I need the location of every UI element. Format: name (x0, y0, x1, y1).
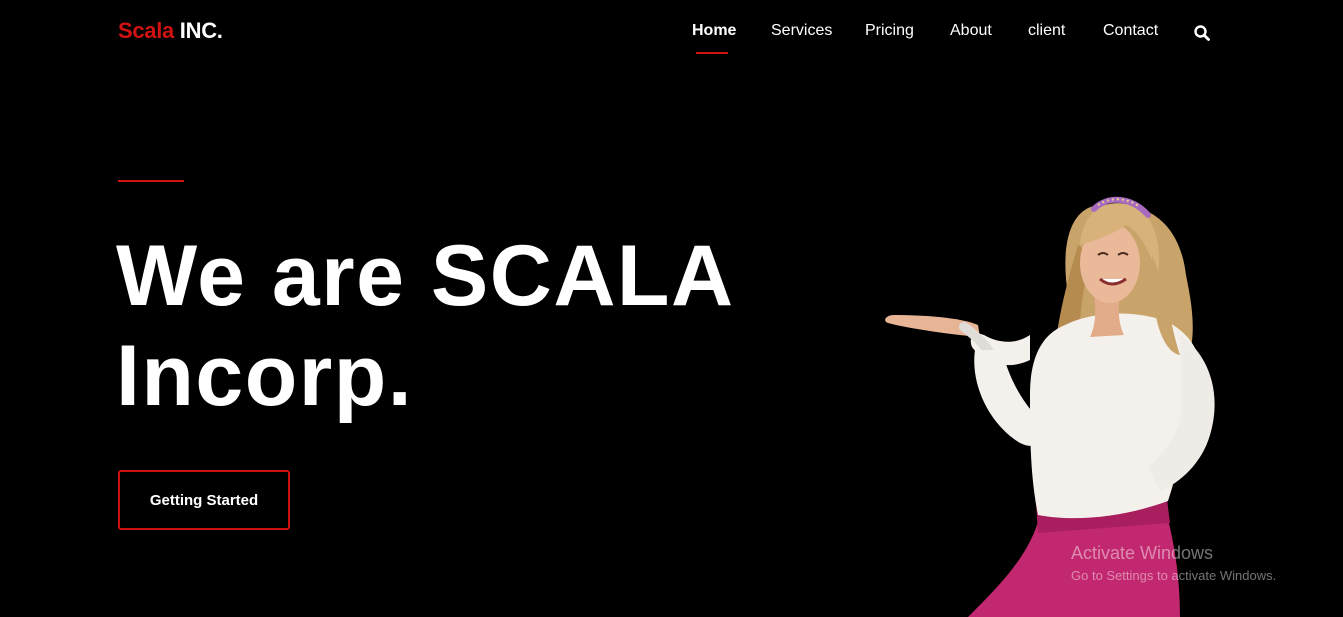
nav-item-services[interactable]: Services (771, 22, 832, 40)
getting-started-button[interactable]: Getting Started (118, 470, 290, 530)
hero-title-line2: Incorp. (116, 328, 414, 424)
search-icon[interactable] (1193, 24, 1211, 42)
nav-item-pricing[interactable]: Pricing (865, 22, 914, 40)
logo-suffix: INC. (174, 18, 223, 43)
page: Scala INC. Home Services Pricing About c… (0, 0, 1343, 617)
nav-item-contact[interactable]: Contact (1103, 22, 1158, 40)
watermark-title: Activate Windows (1071, 543, 1214, 563)
hero-title: We are SCALA Incorp. (116, 226, 816, 426)
hero-accent-line (118, 180, 184, 182)
nav-active-underline (696, 52, 728, 54)
watermark-subtitle: Go to Settings to activate Windows. (1071, 568, 1277, 583)
nav-item-client[interactable]: client (1028, 22, 1065, 40)
nav-item-about[interactable]: About (950, 22, 992, 40)
windows-activation-watermark: Activate Windows Go to Settings to activ… (1071, 542, 1276, 586)
site-header: Scala INC. Home Services Pricing About c… (0, 0, 1343, 64)
site-logo[interactable]: Scala INC. (118, 18, 223, 44)
nav-item-home[interactable]: Home (692, 22, 736, 40)
hero-title-line1: We are SCALA (116, 228, 735, 324)
logo-brand: Scala (118, 18, 174, 43)
